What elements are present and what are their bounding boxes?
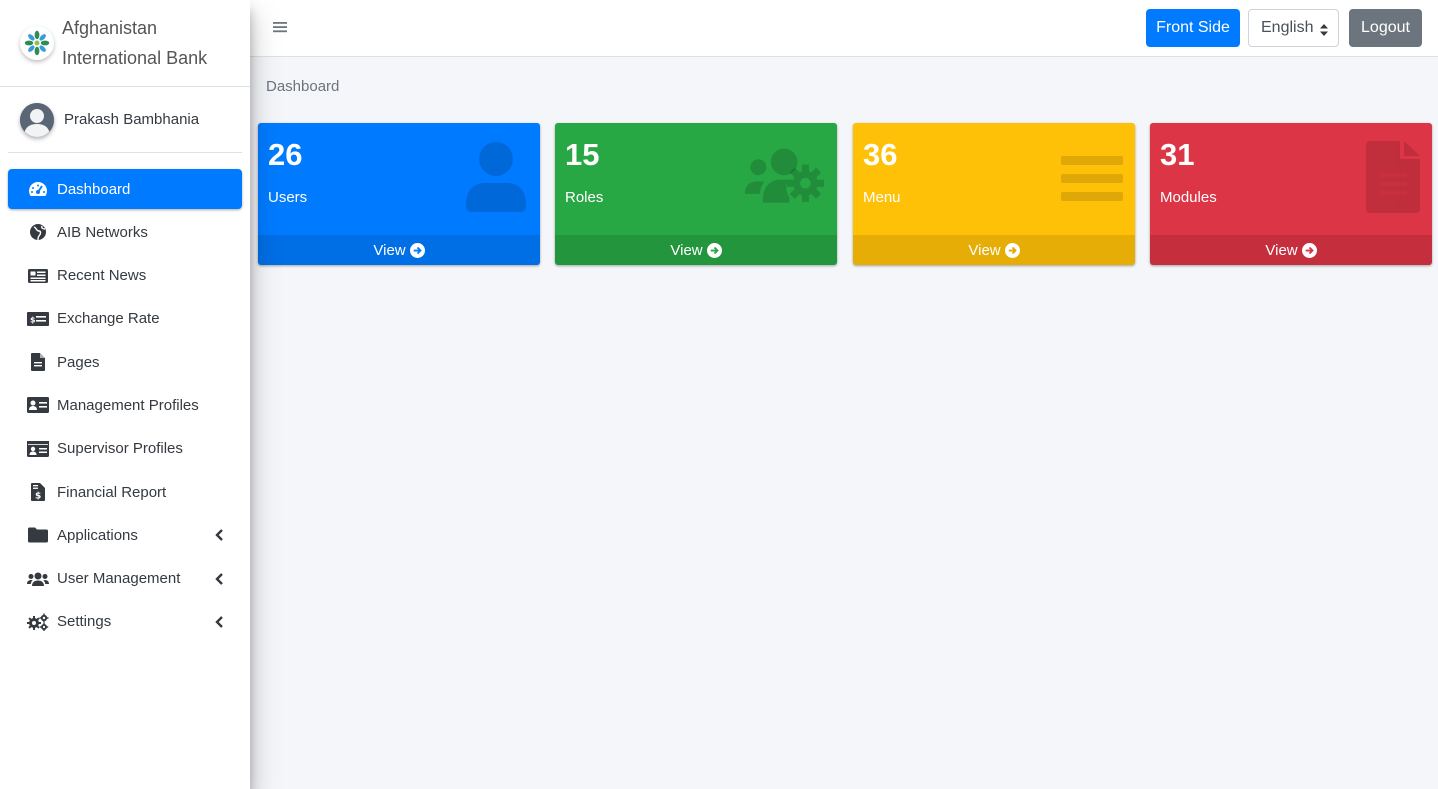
sidebar-item-label: Supervisor Profiles (57, 440, 183, 458)
arrow-circle-right-icon (706, 242, 722, 258)
sidebar-item-pages[interactable]: Pages (8, 342, 242, 382)
arrow-circle-right-icon (1004, 242, 1020, 258)
language-select[interactable]: English (1248, 9, 1339, 47)
cogs-icon (27, 612, 49, 632)
modules-count: 31 (1160, 137, 1195, 172)
sidebar-item-recent-news[interactable]: Recent News (8, 256, 242, 296)
sidebar-item-supervisor-profiles[interactable]: Supervisor Profiles (8, 429, 242, 469)
sidebar-item-exchange-rate[interactable]: $ Exchange Rate (8, 299, 242, 339)
front-side-button[interactable]: Front Side (1146, 9, 1240, 47)
breadcrumb: Dashboard (266, 78, 340, 95)
globe-icon (27, 222, 49, 242)
user-icon (448, 139, 528, 215)
chevron-left-icon (214, 615, 226, 629)
sidebar-item-aib-networks[interactable]: AIB Networks (8, 212, 242, 252)
avatar[interactable] (20, 102, 54, 137)
top-navbar: Front Side English Logout (250, 0, 1438, 57)
bank-logo-icon (20, 26, 54, 60)
small-box-roles: 15 Roles View (555, 123, 837, 265)
sidebar-item-label: Dashboard (57, 180, 131, 198)
svg-text:$: $ (35, 492, 41, 502)
view-label: View (373, 241, 406, 259)
menu-label: Menu (863, 189, 901, 206)
brand-name-line2: International Bank (62, 48, 208, 68)
folder-icon (27, 525, 49, 545)
sidebar: Afghanistan International Bank Prakash B… (0, 0, 250, 789)
id-card-icon (27, 439, 49, 459)
small-box-modules: 31 Modules View (1150, 123, 1432, 265)
chevron-left-icon (214, 572, 226, 586)
newspaper-icon (27, 266, 49, 286)
menu-view-link[interactable]: View (853, 235, 1135, 265)
arrow-circle-right-icon (1301, 242, 1317, 258)
sidebar-item-label: Exchange Rate (57, 310, 160, 328)
brand-link[interactable]: Afghanistan International Bank (0, 0, 250, 87)
brand-name-line1: Afghanistan (62, 18, 158, 38)
menu-count: 36 (863, 137, 898, 172)
sidebar-item-label: Pages (57, 353, 100, 371)
sidebar-item-label: Management Profiles (57, 396, 199, 414)
view-label: View (1265, 241, 1298, 259)
small-box-users: 26 Users View (258, 123, 540, 265)
file-invoice-dollar-icon: $ (27, 482, 49, 502)
sidebar-item-settings[interactable]: Settings (8, 602, 242, 642)
tachometer-icon (27, 179, 49, 199)
users-icon (27, 569, 49, 589)
sidebar-item-label: AIB Networks (57, 223, 148, 241)
svg-text:$: $ (30, 315, 36, 324)
users-count: 26 (268, 137, 303, 172)
sidebar-item-label: Settings (57, 613, 112, 631)
users-label: Users (268, 189, 308, 206)
sidebar-item-user-management[interactable]: User Management (8, 559, 242, 599)
users-view-link[interactable]: View (258, 235, 540, 265)
roles-label: Roles (565, 189, 604, 206)
file-alt-icon (1340, 139, 1420, 215)
sidebar-item-management-profiles[interactable]: Management Profiles (8, 385, 242, 425)
user-panel: Prakash Bambhania (8, 87, 242, 153)
chevron-left-icon (214, 528, 226, 542)
small-box-menu: 36 Menu View (853, 123, 1135, 265)
roles-view-link[interactable]: View (555, 235, 837, 265)
sort-icon (1320, 23, 1328, 41)
sidebar-item-label: Recent News (57, 267, 147, 285)
arrow-circle-right-icon (409, 242, 425, 258)
file-icon (27, 352, 49, 372)
sidebar-item-applications[interactable]: Applications (8, 515, 242, 555)
language-select-value: English (1261, 19, 1314, 36)
view-label: View (968, 241, 1001, 259)
sidebar-item-dashboard[interactable]: Dashboard (8, 169, 242, 209)
sidebar-item-label: Financial Report (57, 483, 167, 501)
money-bill-icon: $ (27, 309, 49, 329)
logout-button[interactable]: Logout (1349, 9, 1422, 47)
user-name[interactable]: Prakash Bambhania (64, 111, 199, 128)
sidebar-item-financial-report[interactable]: $ Financial Report (8, 472, 242, 512)
hamburger-menu-icon[interactable] (272, 19, 290, 37)
bars-icon (1043, 139, 1123, 215)
users-cog-icon (745, 139, 825, 215)
id-card-icon (27, 395, 49, 415)
modules-view-link[interactable]: View (1150, 235, 1432, 265)
roles-count: 15 (565, 137, 600, 172)
sidebar-nav: Dashboard AIB Networks Recent News $ Exc… (8, 169, 242, 642)
modules-label: Modules (1160, 189, 1217, 206)
sidebar-item-label: User Management (57, 570, 181, 588)
sidebar-item-label: Applications (57, 526, 138, 544)
view-label: View (670, 241, 703, 259)
